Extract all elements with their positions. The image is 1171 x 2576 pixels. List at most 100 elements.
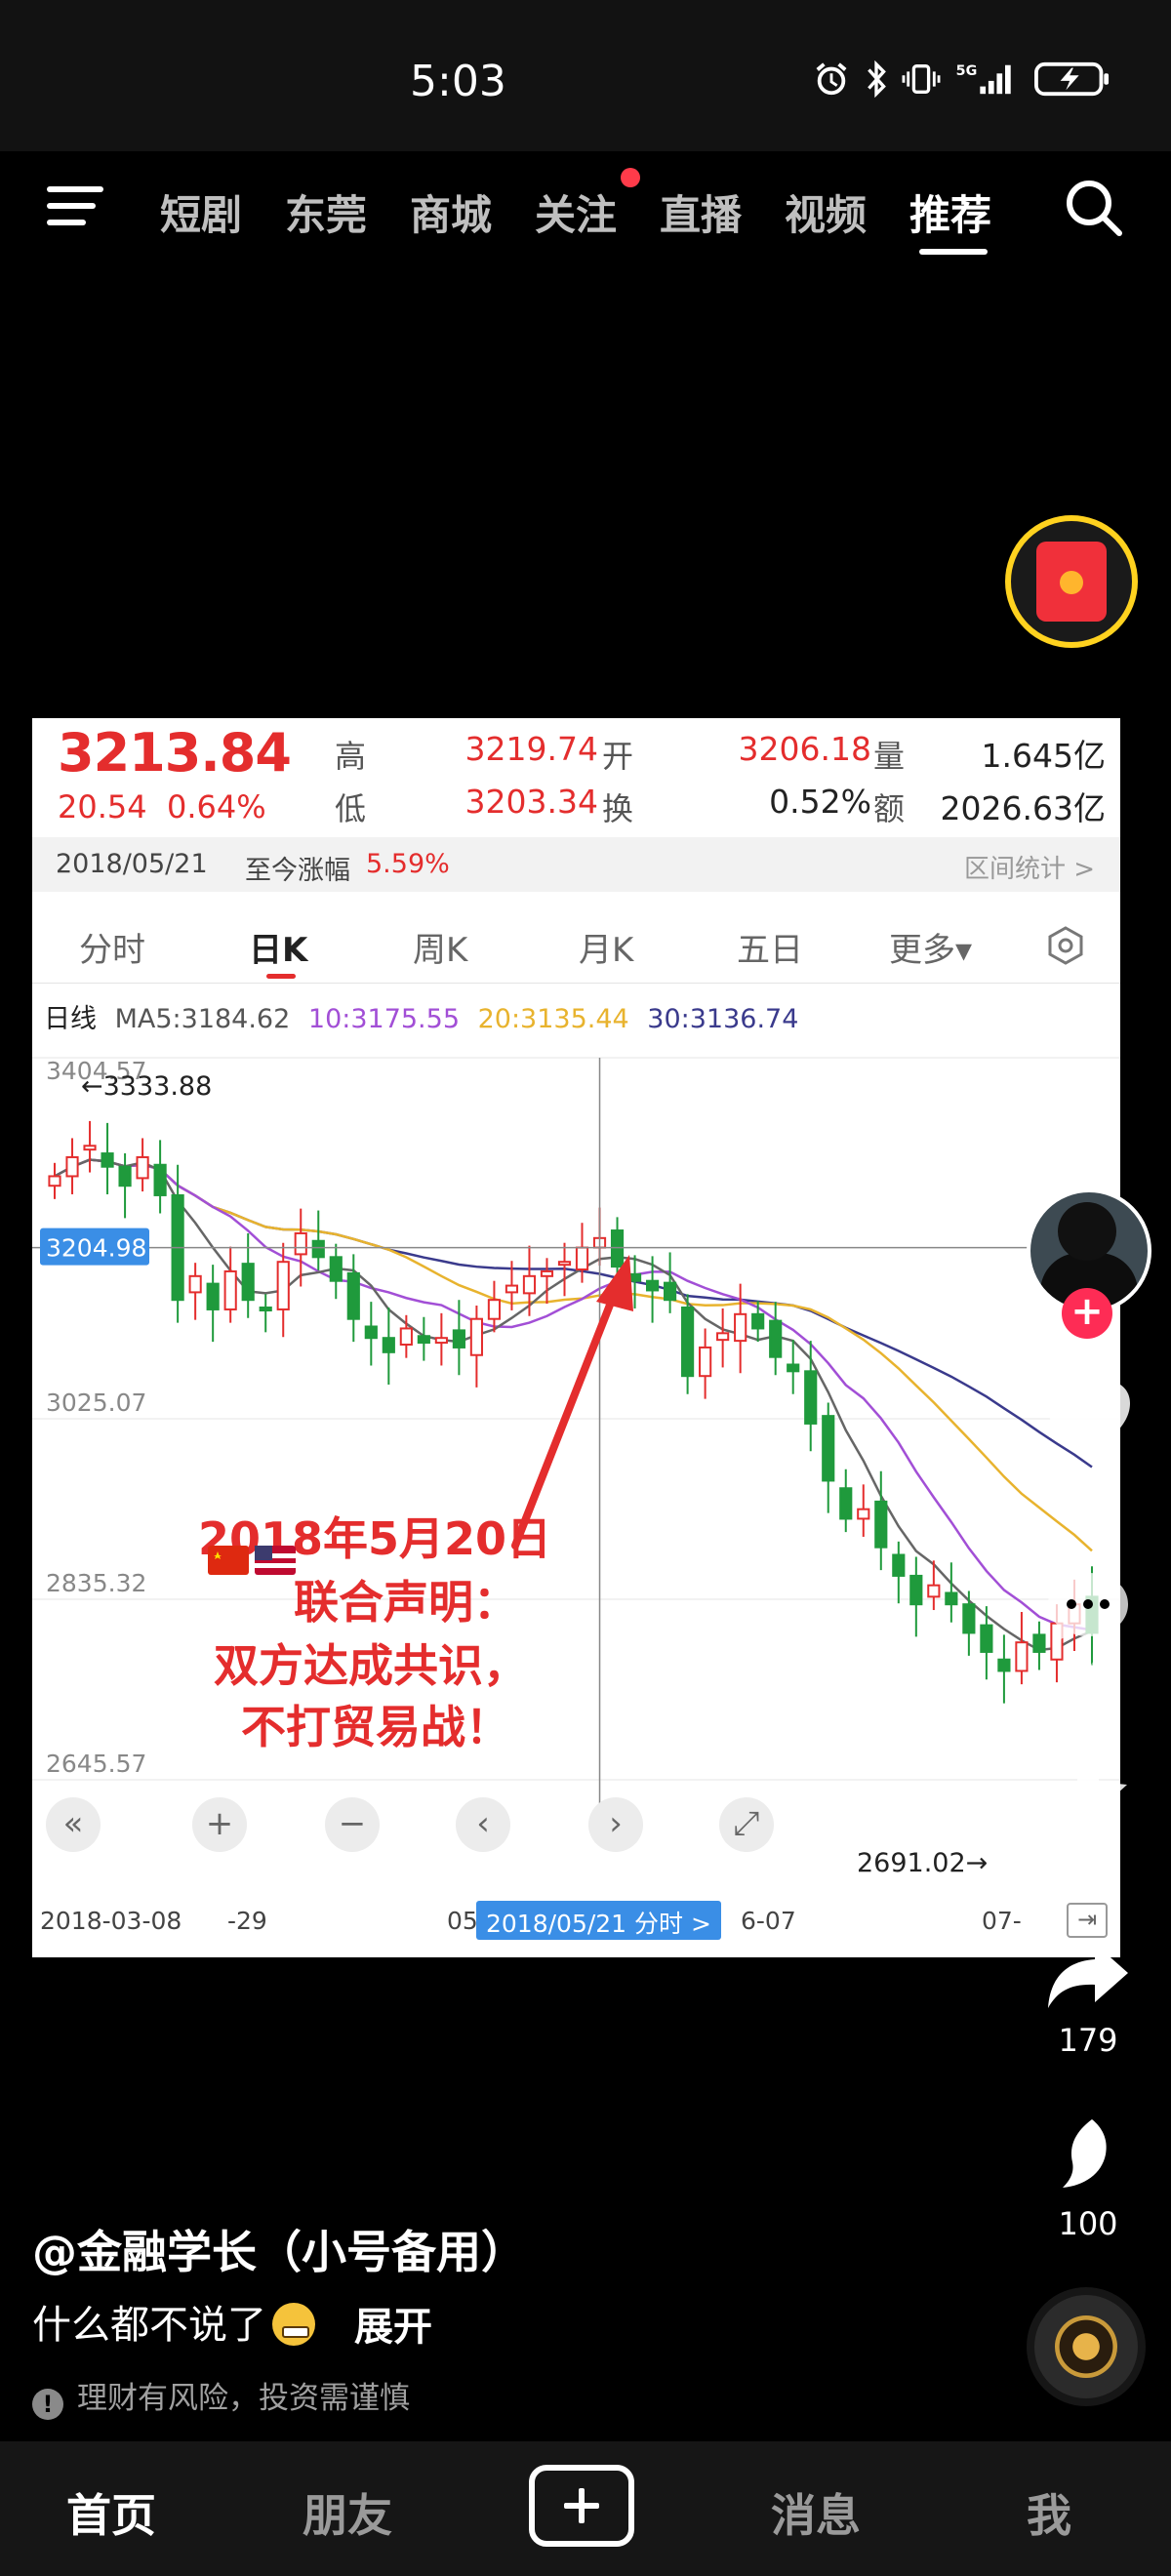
volume-value: 1.645亿 (981, 737, 1106, 775)
candle-body (452, 1329, 465, 1348)
expand-link[interactable]: 展开 (354, 2295, 432, 2352)
candle-body (857, 1508, 870, 1520)
tab-following[interactable]: 关注 (535, 182, 617, 242)
tab-short-drama[interactable]: 短剧 (160, 182, 242, 242)
turnover-label: 换 (602, 790, 634, 827)
crosshair-value: 3204.98 (46, 1234, 146, 1263)
like-count: 222 (1058, 1468, 1118, 1505)
candle-body (65, 1155, 79, 1178)
ma20-line (54, 1158, 1093, 1552)
chart-fullscreen-button[interactable]: ⤢ (719, 1797, 774, 1852)
y-tick-label: 3025.07 (46, 1389, 146, 1417)
ma20-value: 20:3135.44 (477, 1004, 629, 1034)
tab-dongguan[interactable]: 东莞 (285, 182, 367, 242)
star-icon (1049, 1756, 1127, 1831)
candle-body (188, 1274, 202, 1294)
chart-prev-button[interactable]: ‹ (456, 1797, 510, 1852)
author-name[interactable]: @金融学长（小号备用） (32, 2217, 526, 2281)
status-bar: 5:03 5G (0, 0, 1171, 151)
tab-live[interactable]: 直播 (660, 182, 742, 242)
chart-settings-icon[interactable] (1045, 925, 1086, 966)
recommend-button[interactable]: 100 (1034, 2115, 1142, 2242)
tab-video[interactable]: 视频 (785, 182, 867, 242)
nav-messages[interactable]: 消息 (771, 2480, 861, 2545)
candle-body (329, 1256, 343, 1282)
range-stats-link[interactable]: 区间统计 > (964, 849, 1095, 885)
music-cover-art (1055, 2315, 1117, 2378)
comment-icon (1048, 1573, 1128, 1641)
chart-zoom-out-button[interactable]: − (325, 1797, 380, 1852)
candle-body (417, 1335, 430, 1345)
nav-home[interactable]: 首页 (66, 2480, 156, 2545)
candle-body (223, 1269, 237, 1310)
chart-rewind-button[interactable]: « (46, 1797, 101, 1852)
following-notification-dot (621, 168, 640, 187)
like-button[interactable]: 222 (1034, 1378, 1142, 1505)
jump-to-end-icon[interactable]: ⇥ (1067, 1903, 1108, 1938)
follow-button[interactable]: + (1062, 1288, 1112, 1339)
nav-me[interactable]: 我 (1027, 2480, 1071, 2545)
menu-icon[interactable] (47, 186, 105, 229)
candle-body (346, 1271, 360, 1320)
x-label-start: 2018-03-08 (40, 1907, 182, 1935)
candle-body (751, 1312, 765, 1330)
candle-body (575, 1246, 589, 1270)
candle-body (83, 1145, 97, 1151)
min-price-marker: 2691.02→ (857, 1848, 988, 1878)
candle-body (241, 1263, 255, 1302)
candle-body (822, 1415, 835, 1482)
tab-more[interactable]: 更多▾ (889, 923, 972, 971)
favorite-button[interactable]: 32 (1034, 1752, 1142, 1881)
tab-recommend[interactable]: 推荐 (909, 182, 991, 242)
kline-chart[interactable]: 3404.573025.072835.322645.573204.98←3333… (32, 1038, 1120, 1897)
amount-value: 2026.63亿 (940, 789, 1106, 827)
nav-friends[interactable]: 朋友 (303, 2480, 392, 2545)
chart-next-button[interactable]: › (588, 1797, 643, 1852)
tab-five-day[interactable]: 五日 (737, 923, 803, 971)
comment-button[interactable]: 79 (1034, 1569, 1142, 1692)
candle-body (276, 1261, 290, 1310)
candle-body (645, 1279, 660, 1292)
tab-mall[interactable]: 商城 (410, 182, 492, 242)
share-button[interactable]: 179 (1034, 1940, 1142, 2059)
candle-body (1015, 1641, 1029, 1672)
tab-intraday[interactable]: 分时 (79, 923, 145, 971)
candle-body (487, 1299, 502, 1320)
tab-monthly-k[interactable]: 月K (579, 923, 633, 971)
ma5-value: MA5:3184.62 (114, 1004, 291, 1034)
amount-label: 额 (873, 790, 906, 827)
status-icons: 5G (812, 60, 1112, 98)
candle-body (769, 1319, 783, 1358)
ma-label: 日线 (44, 1004, 97, 1034)
x-label-4: 6-07 (741, 1907, 796, 1935)
bottom-nav: 首页 朋友 消息 我 (0, 2441, 1171, 2576)
tab-weekly-k[interactable]: 周K (413, 923, 467, 971)
candle-body (839, 1487, 853, 1520)
index-change: 20.54 0.64% (58, 788, 266, 825)
china-flag-icon (208, 1546, 249, 1575)
create-post-button[interactable] (529, 2465, 634, 2547)
red-packet-button[interactable] (1005, 515, 1138, 648)
zipper-mouth-emoji (272, 2303, 315, 2346)
share-count: 179 (1058, 2022, 1118, 2059)
tab-daily-k[interactable]: 日K (249, 923, 307, 971)
chart-zoom-in-button[interactable]: + (192, 1797, 247, 1852)
music-disc[interactable] (1027, 2287, 1146, 2406)
low-value: 3203.34 (464, 783, 598, 821)
candle-body (434, 1337, 448, 1345)
share-arrow-icon (1048, 1944, 1128, 2008)
quote-date: 2018/05/21 (56, 849, 208, 879)
candle-body (945, 1591, 958, 1606)
candle-body (118, 1165, 132, 1187)
max-price-marker: ←3333.88 (81, 1071, 212, 1102)
candle-body (927, 1584, 941, 1598)
candle-body (294, 1231, 307, 1256)
candle-body (259, 1306, 272, 1311)
quote-header: 3213.84 20.54 0.64% 高 3219.74 低 3203.34 … (32, 718, 1120, 837)
search-icon[interactable] (1064, 178, 1124, 238)
annotation-line: 不打贸易战！ (241, 1701, 510, 1753)
recommend-count: 100 (1058, 2205, 1118, 2242)
x-selected-date[interactable]: 2018/05/21 分时 > (476, 1901, 721, 1940)
ma10-value: 10:3175.55 (307, 1004, 460, 1034)
red-envelope-icon (1036, 542, 1107, 622)
